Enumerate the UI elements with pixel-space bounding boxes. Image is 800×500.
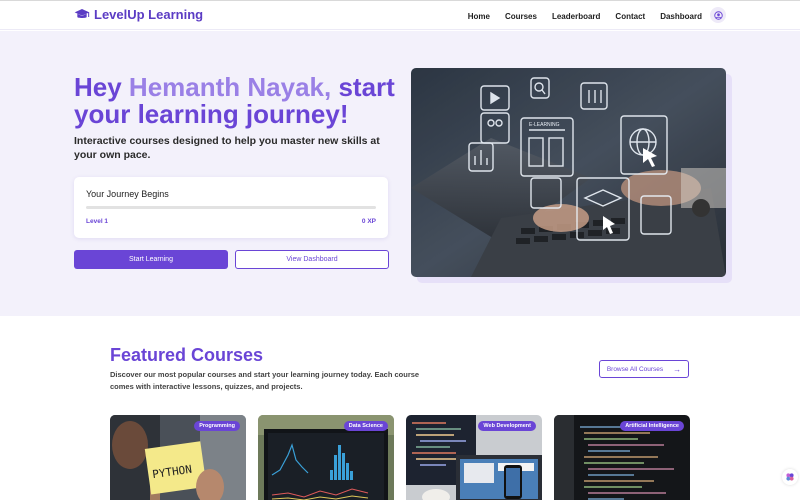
nav-leaderboard[interactable]: Leaderboard: [552, 12, 600, 21]
brand-name: LevelUp Learning: [94, 7, 204, 22]
theme-palette-button[interactable]: [782, 469, 798, 485]
journey-progress-card: Your Journey Begins Level 1 0 XP: [74, 177, 388, 238]
e-learning-laptop-image: E-LEARNING: [411, 68, 726, 277]
browse-label: Browse All Courses: [606, 365, 664, 373]
e-learning-label: E-LEARNING: [529, 122, 560, 128]
browse-all-courses-button[interactable]: Browse All Courses →: [599, 360, 689, 378]
journey-title: Your Journey Begins: [86, 189, 169, 199]
course-card-data-science[interactable]: Data Science: [258, 415, 394, 500]
arrow-right-icon: →: [673, 364, 682, 374]
xp-progress-bar: [86, 206, 376, 209]
course-category-tag: Web Development: [478, 421, 536, 431]
course-category-tag: Artificial Intelligence: [620, 421, 684, 431]
user-menu-button[interactable]: [710, 7, 726, 23]
level-label: Level 1: [86, 218, 109, 225]
graduation-cap-icon: [74, 8, 90, 18]
course-card-web-development[interactable]: Web Development: [406, 415, 542, 500]
featured-courses-description: Discover our most popular courses and st…: [110, 370, 420, 391]
user-name: Hemanth Nayak,: [128, 72, 332, 102]
start-learning-button[interactable]: Start Learning: [74, 250, 228, 269]
nav-dashboard[interactable]: Dashboard: [660, 12, 702, 21]
brand-logo[interactable]: LevelUp Learning: [74, 7, 203, 22]
nav-home[interactable]: Home: [468, 12, 490, 21]
top-navbar: LevelUp Learning Home Courses Leaderboar…: [0, 0, 800, 30]
greeting-text: Hey: [74, 72, 129, 102]
course-category-tag: Programming: [194, 421, 240, 431]
course-card-artificial-intelligence[interactable]: Artificial Intelligence: [554, 415, 690, 500]
hero-section: Hey Hemanth Nayak, start your learning j…: [0, 31, 800, 316]
featured-courses-title: Featured Courses: [110, 345, 264, 365]
xp-label: 0 XP: [361, 218, 376, 225]
view-dashboard-button[interactable]: View Dashboard: [235, 250, 389, 269]
hero-subtitle: Interactive courses designed to help you…: [74, 135, 380, 161]
main-nav: Home Courses Leaderboard Contact Dashboa…: [453, 7, 726, 23]
hero-heading: Hey Hemanth Nayak, start your learning j…: [74, 74, 404, 128]
course-category-tag: Data Science: [343, 421, 388, 431]
course-card-programming[interactable]: PYTHON Programming: [110, 415, 246, 500]
nav-courses[interactable]: Courses: [505, 12, 537, 21]
user-circle-icon: [713, 10, 723, 20]
palette-icon: [786, 473, 794, 481]
nav-contact[interactable]: Contact: [615, 12, 645, 21]
hero-image: E-LEARNING: [411, 68, 726, 277]
